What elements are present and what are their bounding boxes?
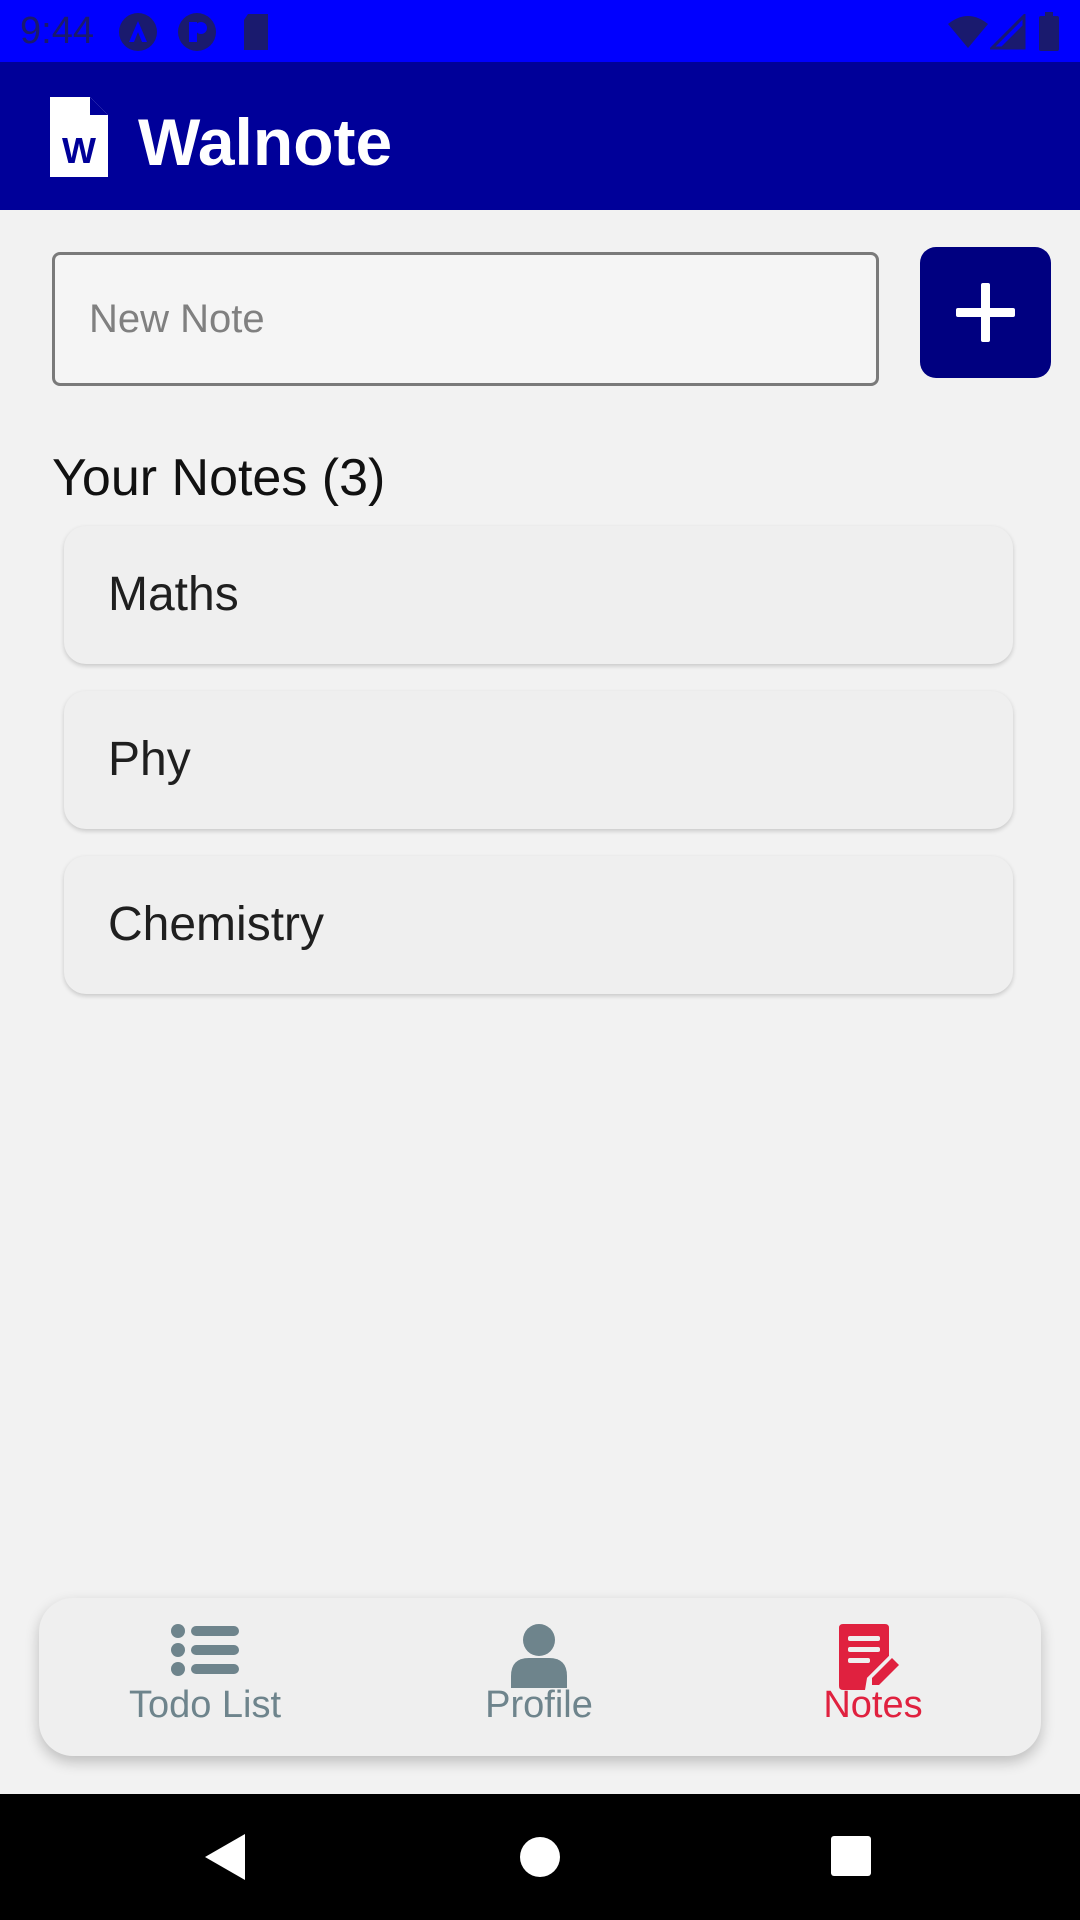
note-item-phy[interactable]: Phy — [64, 691, 1013, 829]
note-item-label: Maths — [108, 568, 239, 621]
list-icon — [171, 1624, 239, 1676]
status-time: 9:44 — [20, 10, 94, 52]
note-item-label: Phy — [108, 733, 191, 786]
battery-icon — [1038, 12, 1060, 57]
sd-card-icon — [240, 12, 272, 57]
back-icon[interactable] — [205, 1834, 245, 1885]
nav-todo-list[interactable]: Todo List — [105, 1598, 305, 1756]
recents-icon[interactable] — [831, 1836, 871, 1881]
cellular-signal-icon — [988, 12, 1026, 55]
notes-heading: Your Notes (3) — [52, 449, 386, 507]
note-item-maths[interactable]: Maths — [64, 526, 1013, 664]
app-badge-icon — [177, 12, 217, 57]
app-title: Walnote — [138, 105, 393, 179]
bottom-nav: Todo List Profile Notes — [39, 1598, 1041, 1756]
system-nav-bar — [0, 1794, 1080, 1920]
home-icon[interactable] — [519, 1836, 561, 1883]
nav-label: Profile — [485, 1684, 593, 1726]
nav-profile[interactable]: Profile — [439, 1598, 639, 1756]
note-item-label: Chemistry — [108, 898, 325, 951]
walnote-logo-icon: W — [50, 97, 108, 182]
wifi-icon — [946, 14, 990, 55]
status-bar: 9:44 — [0, 0, 1080, 62]
note-item-chemistry[interactable]: Chemistry — [64, 856, 1013, 994]
nav-label: Todo List — [128, 1684, 282, 1726]
add-note-button[interactable] — [920, 247, 1051, 378]
app-bar: W Walnote — [0, 62, 1080, 210]
logo-letter: W — [62, 130, 96, 171]
plus-icon — [956, 283, 1015, 342]
new-note-input[interactable] — [52, 252, 879, 386]
nav-notes[interactable]: Notes — [773, 1598, 973, 1756]
user-icon — [511, 1624, 567, 1688]
nav-label: Notes — [823, 1684, 923, 1726]
android-auto-icon — [118, 12, 158, 57]
